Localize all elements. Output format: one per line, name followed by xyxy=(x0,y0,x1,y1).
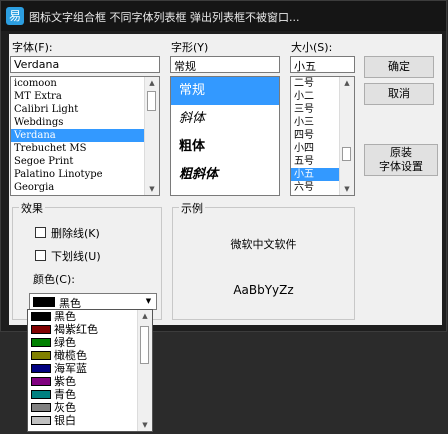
title-bar[interactable]: 易 图标文字组合框 不同字体列表框 弹出列表框不被窗口... xyxy=(1,1,446,31)
font-list-item[interactable]: Verdana xyxy=(11,129,159,142)
font-style-list-item[interactable]: 粗斜体 xyxy=(171,161,279,189)
dialog-client: 字体(F): Verdana icomoon MT Extra Calibri Li… xyxy=(9,34,442,325)
font-size-input[interactable]: 小五 xyxy=(290,56,355,73)
original-font-settings-button[interactable]: 原装 字体设置 xyxy=(364,144,438,176)
size-label: 大小(S): xyxy=(291,41,333,54)
font-dialog-window: 易 图标文字组合框 不同字体列表框 弹出列表框不被窗口... 字体(F): Ve… xyxy=(0,0,447,332)
color-option[interactable]: 黑色 xyxy=(28,310,137,323)
effects-group: 效果 删除线(K) 下划线(U) 颜色(C): 黑色 ▼ xyxy=(12,200,162,320)
color-option[interactable]: 青色 xyxy=(28,388,137,401)
color-swatch xyxy=(31,351,51,360)
font-list-item[interactable]: Segoe Print xyxy=(11,155,159,168)
chevron-down-icon[interactable]: ▼ xyxy=(142,295,155,308)
font-label: 字体(F): xyxy=(12,41,53,54)
font-list-item[interactable]: MT Extra xyxy=(11,90,159,103)
size-list-scrollbar[interactable]: ▲ ▼ xyxy=(339,77,354,195)
font-list-item[interactable]: Calibri Light xyxy=(11,103,159,116)
color-option-label: 紫色 xyxy=(54,375,76,388)
app-icon: 易 xyxy=(6,7,24,25)
color-option[interactable]: 海军蓝 xyxy=(28,362,137,375)
color-swatch xyxy=(31,338,51,347)
scroll-thumb[interactable] xyxy=(147,91,156,111)
style-label: 字形(Y) xyxy=(171,41,209,54)
scroll-up-icon[interactable]: ▲ xyxy=(340,77,354,89)
scroll-down-icon[interactable]: ▼ xyxy=(145,183,159,195)
color-option[interactable]: 紫色 xyxy=(28,375,137,388)
strikeout-label: 删除线(K) xyxy=(51,227,100,240)
color-swatch xyxy=(33,297,55,307)
cancel-button[interactable]: 取消 xyxy=(364,83,434,105)
scroll-thumb[interactable] xyxy=(140,326,149,364)
color-list-scrollbar[interactable]: ▲ ▼ xyxy=(137,310,152,431)
font-list-item[interactable]: Trebuchet MS xyxy=(11,142,159,155)
strikeout-checkbox[interactable] xyxy=(35,227,46,238)
font-name-input[interactable]: Verdana xyxy=(10,56,160,73)
scroll-up-icon[interactable]: ▲ xyxy=(145,77,159,89)
sample-group: 示例 微软中文软件 AaBbYyZz xyxy=(172,200,355,320)
color-option[interactable]: 橄榄色 xyxy=(28,349,137,362)
underline-label: 下划线(U) xyxy=(51,250,101,263)
font-list-scrollbar[interactable]: ▲ ▼ xyxy=(144,77,159,195)
underline-checkbox[interactable] xyxy=(35,250,46,261)
window-title: 图标文字组合框 不同字体列表框 弹出列表框不被窗口... xyxy=(29,11,300,24)
ok-button[interactable]: 确定 xyxy=(364,56,434,78)
color-option-label: 橄榄色 xyxy=(54,349,87,362)
font-style-list-item[interactable]: 粗体 xyxy=(171,133,279,161)
color-swatch xyxy=(31,403,51,412)
color-swatch xyxy=(31,325,51,334)
color-combobox[interactable]: 黑色 ▼ xyxy=(29,293,157,310)
sample-title: 示例 xyxy=(179,200,205,216)
font-listbox[interactable]: icomoon MT Extra Calibri Light Webdings Verd… xyxy=(10,76,160,196)
color-swatch xyxy=(31,377,51,386)
color-swatch xyxy=(31,390,51,399)
font-style-listbox[interactable]: 常规 斜体 粗体 粗斜体 xyxy=(170,76,280,196)
scroll-down-icon[interactable]: ▼ xyxy=(340,183,354,195)
color-option[interactable]: 灰色 xyxy=(28,401,137,414)
color-option[interactable]: 褐紫红色 xyxy=(28,323,137,336)
sample-text-chinese: 微软中文软件 xyxy=(230,238,297,251)
color-option-label: 银白 xyxy=(54,414,76,427)
scroll-down-icon[interactable]: ▼ xyxy=(138,419,152,431)
color-option[interactable]: 银白 xyxy=(28,414,137,427)
color-dropdown-list[interactable]: 黑色 褐紫红色 绿色 橄榄色 海军蓝 紫色 青色 灰色 银白 ▲ ▼ xyxy=(27,309,153,432)
color-swatch xyxy=(31,312,51,321)
font-list-item[interactable]: Palatino Linotype xyxy=(11,168,159,181)
color-option-label: 海军蓝 xyxy=(54,362,87,375)
color-option-label: 黑色 xyxy=(54,310,76,323)
font-style-list-item[interactable]: 斜体 xyxy=(171,105,279,133)
color-swatch xyxy=(31,416,51,425)
color-option[interactable]: 绿色 xyxy=(28,336,137,349)
sample-text-latin: AaBbYyZz xyxy=(233,283,294,297)
color-swatch xyxy=(31,364,51,373)
scroll-thumb[interactable] xyxy=(342,147,351,161)
color-option-label: 青色 xyxy=(54,388,76,401)
font-list-item[interactable]: icomoon xyxy=(11,77,159,90)
font-style-input[interactable]: 常规 xyxy=(170,56,280,73)
font-size-listbox[interactable]: 二号 小二 三号 小三 四号 小四 五号 小五 六号 ▲ ▼ xyxy=(290,76,355,196)
color-option-label: 绿色 xyxy=(54,336,76,349)
scroll-up-icon[interactable]: ▲ xyxy=(138,310,152,322)
effects-title: 效果 xyxy=(19,200,45,216)
color-option-label: 褐紫红色 xyxy=(54,323,98,336)
font-list-item[interactable]: Webdings xyxy=(11,116,159,129)
font-style-list-item[interactable]: 常规 xyxy=(171,77,279,105)
font-list-item[interactable]: Georgia xyxy=(11,181,159,194)
color-label: 颜色(C): xyxy=(33,273,75,286)
color-option-label: 灰色 xyxy=(54,401,76,414)
